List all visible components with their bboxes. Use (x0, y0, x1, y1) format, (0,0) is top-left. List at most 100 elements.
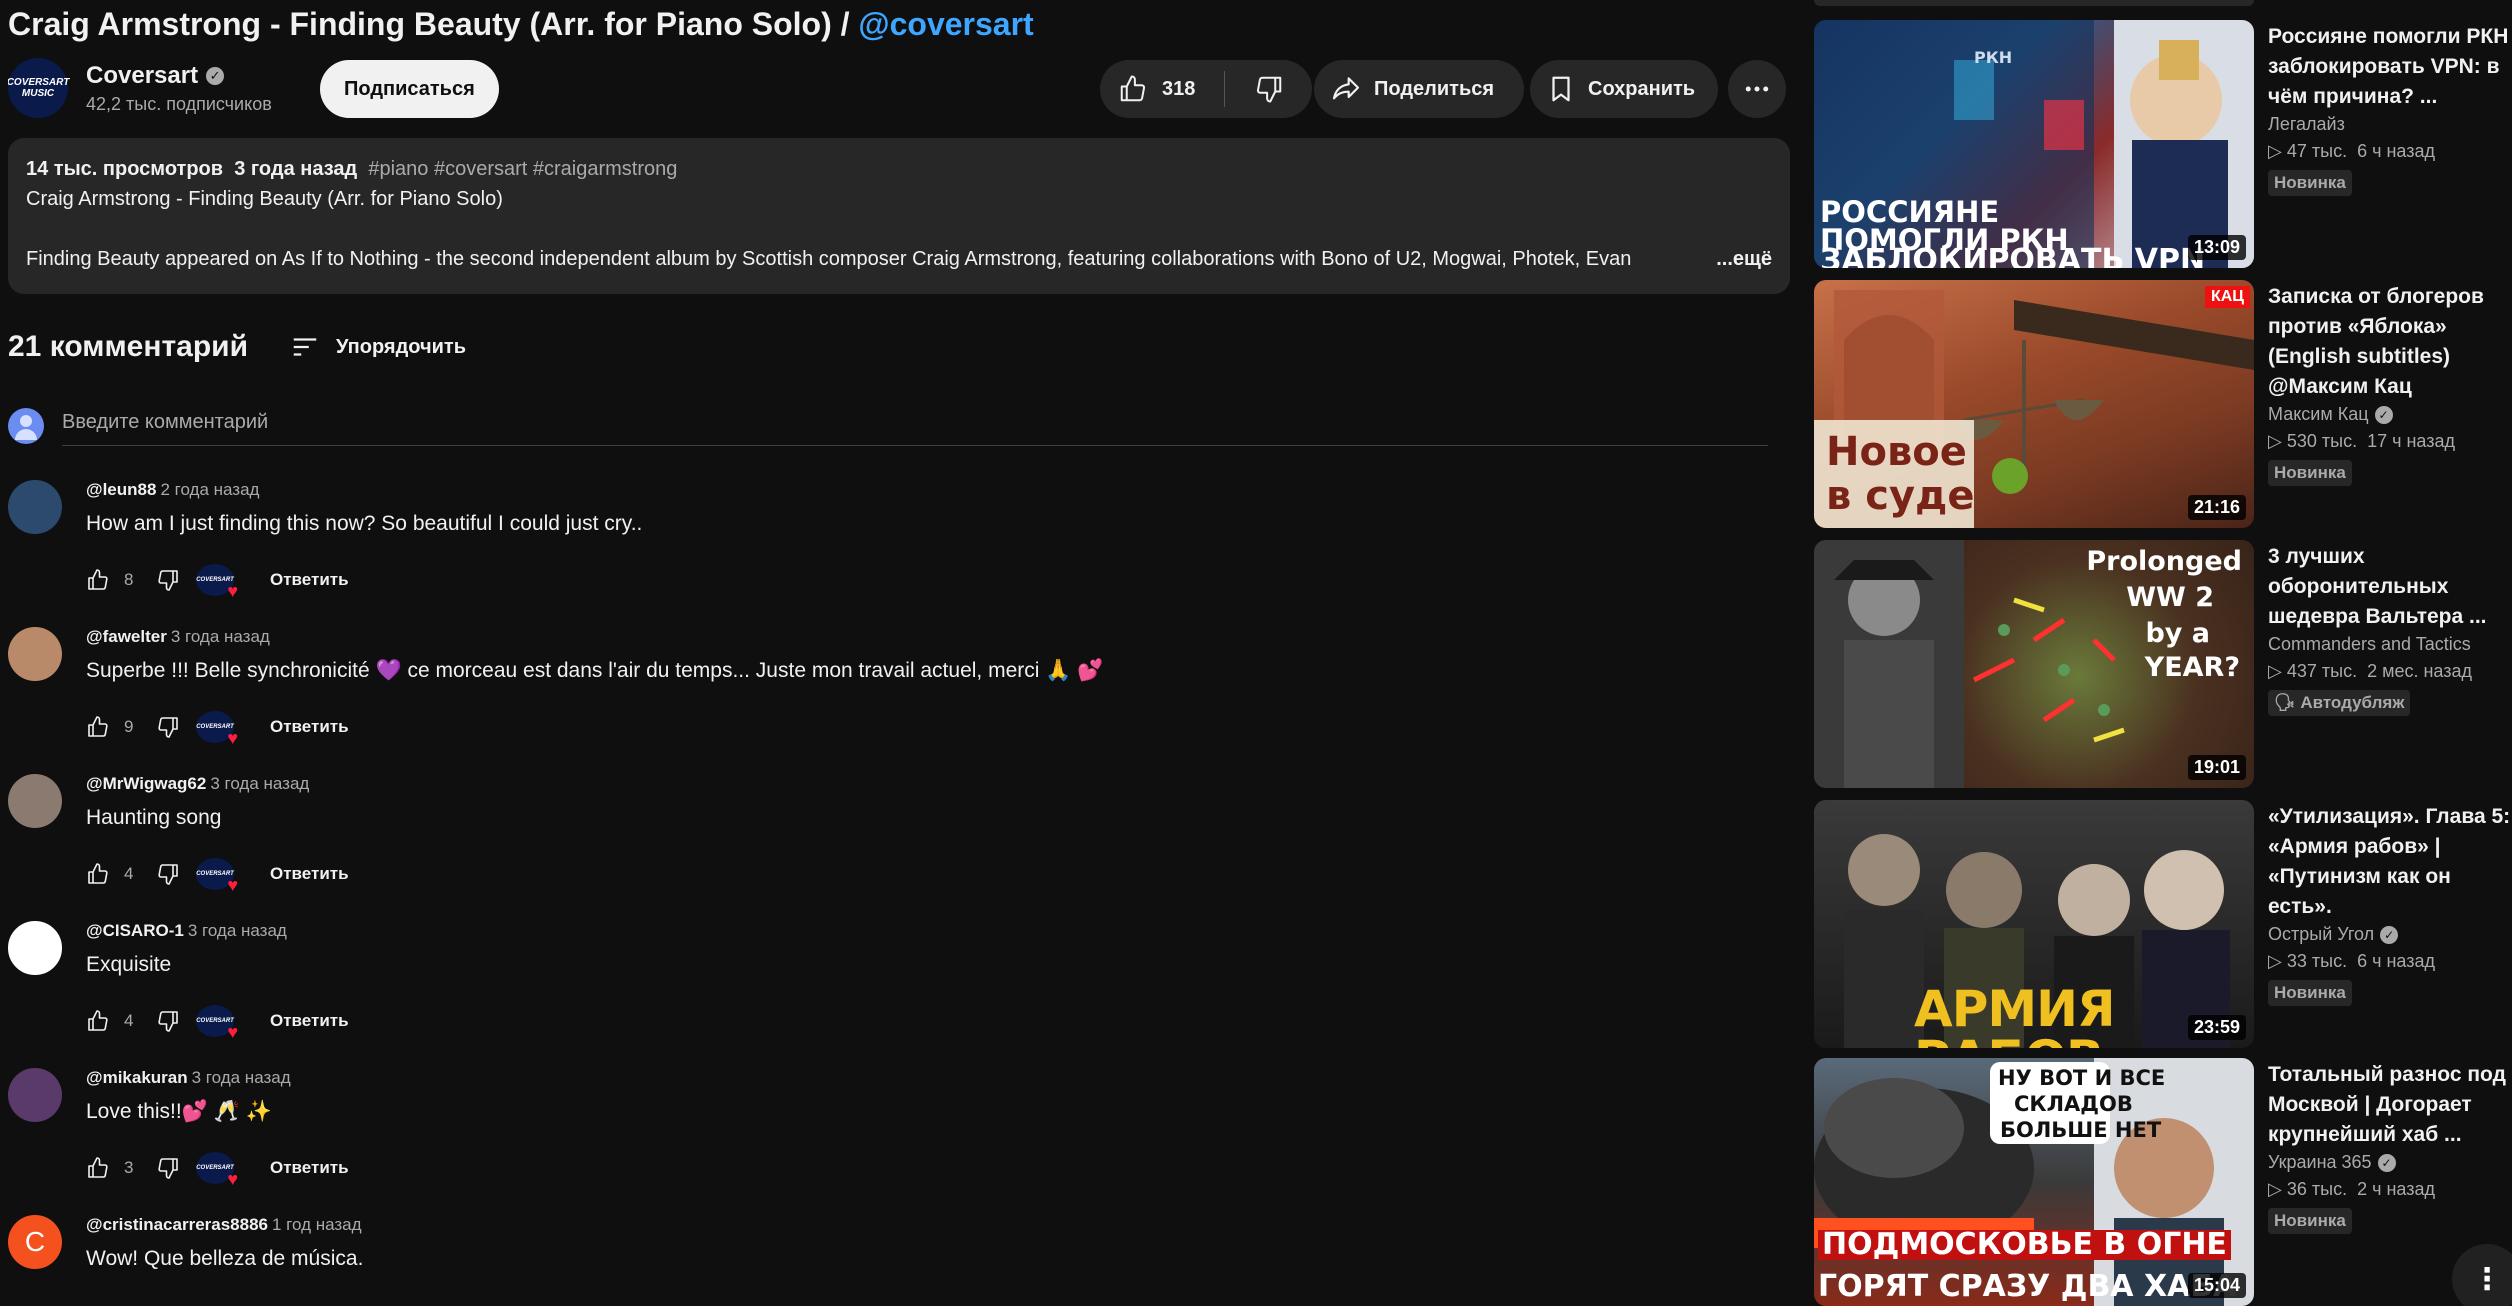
video-title[interactable]: Россияне помогли РКН заблокировать VPN: … (2268, 22, 2512, 112)
comment-author[interactable]: @CISARO-1 (86, 921, 184, 940)
comment-author[interactable]: @mikakuran (86, 1068, 188, 1087)
comment-dislike-button[interactable] (156, 715, 196, 739)
channel-name[interactable]: Commanders and Tactics (2268, 634, 2471, 655)
commenter-avatar[interactable] (8, 627, 62, 681)
video-channel[interactable]: Максим Кац ✓ (2268, 404, 2512, 425)
recommended-video[interactable]: Prolonged WW 2 by a YEAR? 19:01 3 лучших… (1814, 540, 2512, 788)
comment-time[interactable]: 3 года назад (192, 1068, 291, 1087)
view-count: 36 тыс. (2286, 1179, 2348, 1199)
video-channel[interactable]: Украина 365 ✓ (2268, 1152, 2512, 1173)
video-channel[interactable]: Commanders and Tactics (2268, 634, 2512, 655)
comment-time[interactable]: 2 года назад (160, 480, 259, 499)
reply-button[interactable]: Ответить (270, 1011, 349, 1031)
video-title[interactable]: Тотальный разнос под Москвой | Догорает … (2268, 1060, 2512, 1150)
comment-author[interactable]: @leun88 (86, 480, 156, 499)
video-title-channel-link[interactable]: @coversart (858, 6, 1033, 42)
hashtags[interactable]: #piano #coversart #craigarmstrong (368, 158, 677, 180)
comment-like-button[interactable]: 9 (86, 715, 156, 739)
comment-dislike-button[interactable] (156, 568, 196, 592)
channel-name[interactable]: Максим Кац (2268, 404, 2369, 425)
comment-like-button[interactable]: 4 (86, 1009, 156, 1033)
thumbnail-caption: Новое (1826, 429, 1967, 475)
commenter-avatar[interactable]: C (8, 1215, 62, 1269)
thumbnail-logo: КАЦ (2204, 286, 2250, 308)
comment-like-button[interactable]: 3 (86, 1156, 156, 1180)
comment-like-button[interactable]: 4 (86, 862, 156, 886)
thumbs-up-icon (88, 716, 108, 737)
play-icon: ▷ (2268, 1179, 2282, 1199)
commenter-avatar[interactable] (8, 774, 62, 828)
comment-like-button[interactable]: 8 (86, 568, 156, 592)
bookmark-icon (1552, 76, 1570, 102)
comment-input[interactable] (62, 406, 1768, 446)
video-info: «Утилизация». Глава 5: «Армия рабов» | «… (2268, 802, 2512, 1006)
reply-button[interactable]: Ответить (270, 1158, 349, 1178)
commenter-avatar[interactable] (8, 480, 62, 534)
recommended-video[interactable]: НУ ВОТ И ВСЕ СКЛАДОВ БОЛЬШЕ НЕТ ПОДМОСКО… (1814, 1058, 2512, 1306)
recommended-video[interactable]: АРМИЯ РАБОВ 23:59 «Утилизация». Глава 5:… (1814, 800, 2512, 1048)
share-button[interactable]: Поделиться (1314, 60, 1524, 118)
comment-time[interactable]: 3 года назад (188, 921, 287, 940)
description-meta: 14 тыс. просмотров 3 года назад #piano #… (26, 154, 1772, 184)
video-thumbnail[interactable]: АРМИЯ РАБОВ 23:59 (1814, 800, 2254, 1048)
recommended-video[interactable]: КАЦ Новое в суде 21:16 Записка от блогер… (1814, 280, 2512, 528)
dislike-button[interactable] (1225, 60, 1312, 118)
comment-dislike-button[interactable] (156, 1009, 196, 1033)
channel-name[interactable]: Острый Угол (2268, 924, 2374, 945)
reply-button[interactable]: Ответить (270, 570, 349, 590)
heart-icon: ♥ (227, 875, 238, 895)
commenter-avatar[interactable] (8, 1068, 62, 1122)
comment-author[interactable]: @MrWigwag62 (86, 774, 206, 793)
upload-age: 2 мес. назад (2367, 661, 2473, 681)
channel-avatar[interactable]: COVERSART MUSIC (8, 58, 69, 118)
subscribe-button[interactable]: Подписаться (320, 60, 499, 118)
recommendations-column: РКН РОССИЯНЕ ПОМОГЛИ РКН ЗАБЛОКИРОВАТЬ V… (1814, 0, 2512, 1306)
comment-header: @MrWigwag62 3 года назад (86, 774, 309, 794)
video-duration: 23:59 (2187, 1015, 2246, 1040)
verified-icon: ✓ (2377, 1153, 2396, 1172)
video-duration: 19:01 (2187, 755, 2246, 780)
thumbnail-caption: в суде (1826, 473, 1975, 519)
video-thumbnail[interactable]: КАЦ Новое в суде 21:16 (1814, 280, 2254, 528)
verified-icon: ✓ (2380, 925, 2399, 944)
comment-dislike-button[interactable] (156, 862, 196, 886)
channel-name-text[interactable]: Coversart (86, 62, 198, 90)
thumbnail-caption: БОЛЬШЕ НЕТ (2000, 1118, 2162, 1142)
channel-name[interactable]: Легалайз (2268, 114, 2345, 135)
channel-row: COVERSART MUSIC Coversart ✓ 42,2 тыс. по… (8, 58, 1790, 122)
video-thumbnail[interactable]: Prolonged WW 2 by a YEAR? 19:01 (1814, 540, 2254, 788)
recommended-video[interactable]: РКН РОССИЯНЕ ПОМОГЛИ РКН ЗАБЛОКИРОВАТЬ V… (1814, 20, 2512, 268)
verified-icon: ✓ (2374, 405, 2393, 424)
comment-like-count: 3 (124, 1158, 134, 1177)
comment-dislike-button[interactable] (156, 1156, 196, 1180)
video-title[interactable]: Записка от блогеров против «Яблока» (Eng… (2268, 282, 2512, 402)
thumbs-down-icon (158, 1158, 178, 1179)
video-title: Craig Armstrong - Finding Beauty (Arr. f… (8, 4, 1034, 44)
comment-time[interactable]: 3 года назад (171, 627, 270, 646)
video-channel[interactable]: Легалайз (2268, 114, 2512, 135)
comment-author[interactable]: @cristinacarreras8886 (86, 1215, 268, 1234)
description-box[interactable]: 14 тыс. просмотров 3 года назад #piano #… (8, 138, 1790, 294)
commenter-avatar[interactable] (8, 921, 62, 975)
reply-button[interactable]: Ответить (270, 717, 349, 737)
video-duration: 15:04 (2187, 1273, 2246, 1298)
sort-comments-button[interactable]: Упорядочить (290, 332, 466, 362)
comment-author[interactable]: @fawelter (86, 627, 167, 646)
thumbnail-caption: НУ ВОТ И ВСЕ (1998, 1066, 2166, 1090)
video-title[interactable]: «Утилизация». Глава 5: «Армия рабов» | «… (2268, 802, 2512, 922)
channel-name[interactable]: Coversart ✓ (86, 62, 225, 90)
channel-name[interactable]: Украина 365 (2268, 1152, 2372, 1173)
video-thumbnail[interactable]: НУ ВОТ И ВСЕ СКЛАДОВ БОЛЬШЕ НЕТ ПОДМОСКО… (1814, 1058, 2254, 1306)
like-button[interactable]: 318 (1100, 60, 1224, 118)
more-actions-button[interactable] (1728, 60, 1786, 118)
video-title[interactable]: 3 лучших оборонительных шедевра Вальтера… (2268, 542, 2512, 632)
video-thumbnail[interactable]: РКН РОССИЯНЕ ПОМОГЛИ РКН ЗАБЛОКИРОВАТЬ V… (1814, 20, 2254, 268)
save-button[interactable]: Сохранить (1530, 60, 1718, 118)
comment-time[interactable]: 1 год назад (272, 1215, 362, 1234)
comment-time[interactable]: 3 года назад (210, 774, 309, 793)
reply-button[interactable]: Ответить (270, 864, 349, 884)
show-more-link[interactable]: ...ещё (1712, 244, 1772, 274)
description-text: Finding Beauty appeared on As If to Noth… (26, 248, 1632, 270)
video-channel[interactable]: Острый Угол ✓ (2268, 924, 2512, 945)
comment-header: @mikakuran 3 года назад (86, 1068, 291, 1088)
